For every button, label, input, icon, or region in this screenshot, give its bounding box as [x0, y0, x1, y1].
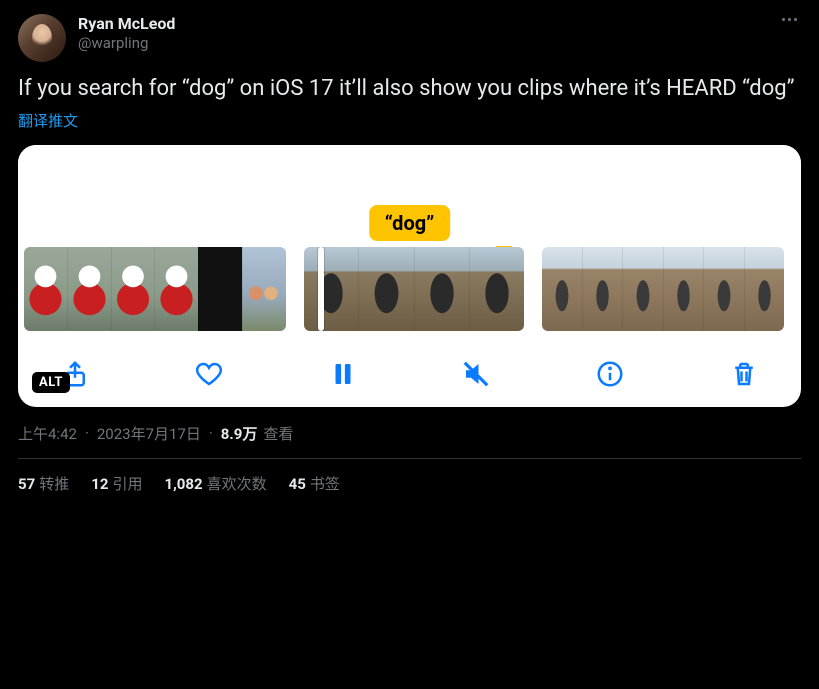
- heart-icon[interactable]: [192, 357, 226, 391]
- video-frame: [582, 247, 623, 331]
- retweets-label: 转推: [39, 475, 69, 493]
- translate-link[interactable]: 翻译推文: [18, 110, 78, 131]
- author-handle[interactable]: @warpling: [78, 34, 175, 53]
- more-options-button[interactable]: [778, 14, 801, 25]
- video-frame: [414, 247, 469, 331]
- author-block: Ryan McLeod @warpling: [78, 14, 175, 53]
- active-playhead[interactable]: [318, 247, 324, 331]
- media-blank-area: “dog”: [18, 145, 801, 243]
- views-label: 查看: [263, 423, 293, 444]
- pause-icon[interactable]: [326, 357, 360, 391]
- clip-group-active[interactable]: [304, 247, 524, 331]
- tweet-date[interactable]: 2023年7月17日: [97, 423, 201, 444]
- video-frame: [304, 247, 358, 331]
- trash-icon[interactable]: [727, 357, 761, 391]
- stat-bookmarks[interactable]: 45书签: [289, 473, 340, 494]
- likes-count: 1,082: [164, 475, 202, 493]
- video-frame: [24, 247, 67, 331]
- author-display-name[interactable]: Ryan McLeod: [78, 14, 175, 34]
- quotes-count: 12: [91, 475, 108, 493]
- media-toolbar: [18, 339, 801, 395]
- search-term-chip: “dog”: [369, 205, 451, 241]
- video-filmstrip: [18, 243, 801, 339]
- separator: ·: [207, 424, 215, 442]
- video-frame: [358, 247, 413, 331]
- tweet-time[interactable]: 上午4:42: [18, 423, 77, 444]
- views-count[interactable]: 8.9万: [221, 423, 258, 444]
- video-frame: [703, 247, 744, 331]
- video-frame: [542, 247, 582, 331]
- tweet-text: If you search for “dog” on iOS 17 it’ll …: [18, 74, 801, 104]
- more-icon: [794, 18, 797, 21]
- more-icon: [782, 18, 785, 21]
- video-frame: [622, 247, 663, 331]
- stat-likes[interactable]: 1,082 喜欢次数: [164, 473, 266, 494]
- alt-badge[interactable]: ALT: [32, 372, 70, 393]
- video-frame: [154, 247, 198, 331]
- likes-label: 喜欢次数: [207, 475, 267, 493]
- video-frame: [663, 247, 704, 331]
- bookmarks-label: 书签: [310, 475, 340, 493]
- more-icon: [788, 18, 791, 21]
- info-icon[interactable]: [593, 357, 627, 391]
- video-frame: [744, 247, 785, 331]
- tweet-header: Ryan McLeod @warpling: [18, 14, 801, 62]
- video-frame: [469, 247, 524, 331]
- retweets-count: 57: [18, 475, 35, 493]
- video-frame: [242, 247, 286, 331]
- video-frame: [111, 247, 155, 331]
- quotes-label: 引用: [112, 475, 142, 493]
- clip-group[interactable]: [542, 247, 784, 331]
- clip-group[interactable]: [24, 247, 286, 331]
- tweet-media-card[interactable]: “dog”: [18, 145, 801, 407]
- separator: ·: [83, 424, 91, 442]
- bookmarks-count: 45: [289, 475, 306, 493]
- stat-retweets[interactable]: 57转推: [18, 473, 69, 494]
- video-frame: [67, 247, 111, 331]
- video-frame: [198, 247, 242, 331]
- tweet-container: Ryan McLeod @warpling If you search for …: [0, 0, 819, 504]
- tweet-stats: 57转推 12引用 1,082 喜欢次数 45书签: [18, 459, 801, 494]
- stat-quotes[interactable]: 12引用: [91, 473, 142, 494]
- avatar[interactable]: [18, 14, 66, 62]
- tweet-meta: 上午4:42 · 2023年7月17日 · 8.9万 查看: [18, 423, 801, 459]
- mute-icon[interactable]: [459, 357, 493, 391]
